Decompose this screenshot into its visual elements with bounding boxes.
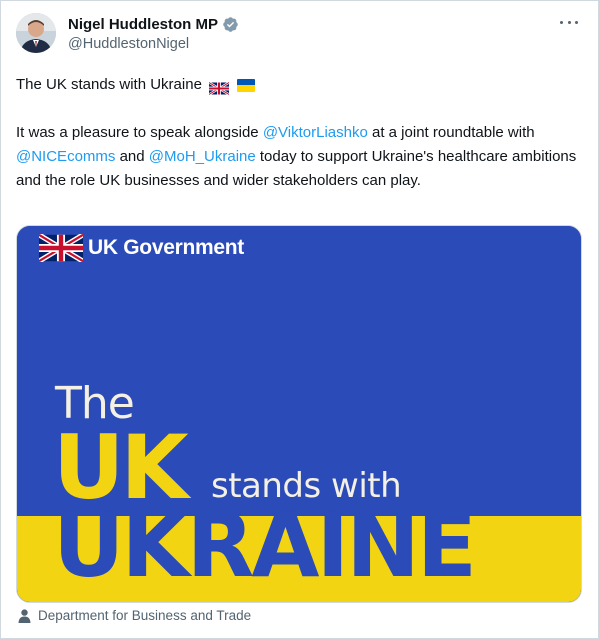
media-attribution[interactable]: Department for Business and Trade <box>18 608 251 623</box>
tweet-text-part: It was a pleasure to speak alongside <box>16 124 263 141</box>
tweet-text-part: at a joint roundtable with <box>367 124 535 141</box>
attribution-text[interactable]: Department for Business and Trade <box>38 608 251 623</box>
avatar[interactable] <box>16 13 56 53</box>
uk-government-text: UK Government <box>88 236 244 259</box>
mention-viktorliashko[interactable]: @ViktorLiashko <box>263 124 368 141</box>
tweet-media-image[interactable]: UK Government The UK stands with UKRAINE <box>16 225 582 603</box>
mention-nicecomms[interactable]: @NICEcomms <box>16 148 115 165</box>
ukraine-flag-icon <box>236 78 255 92</box>
author-handle[interactable]: @HuddlestonNigel <box>68 36 239 52</box>
verified-badge-icon[interactable] <box>222 16 239 33</box>
tweet-card: Nigel Huddleston MP @HuddlestonNigel The… <box>0 0 599 639</box>
uk-government-logo: UK Government <box>39 234 244 262</box>
person-icon <box>18 608 31 623</box>
author-name[interactable]: Nigel Huddleston MP <box>68 16 218 33</box>
more-options-icon[interactable] <box>560 19 578 25</box>
author-block: Nigel Huddleston MP @HuddlestonNigel <box>68 13 239 52</box>
union-jack-icon <box>39 234 83 262</box>
tweet-text: The UK stands with Ukraine It was a plea… <box>16 73 586 193</box>
uk-flag-icon <box>208 79 230 96</box>
tweet-text-part: and <box>115 148 149 165</box>
mention-moh-ukraine[interactable]: @MoH_Ukraine <box>149 148 256 165</box>
tweet-line1: The UK stands with Ukraine <box>16 76 202 93</box>
media-word-ukraine: UKRAINE <box>53 494 477 597</box>
tweet-paragraph: It was a pleasure to speak alongside @Vi… <box>16 121 586 193</box>
